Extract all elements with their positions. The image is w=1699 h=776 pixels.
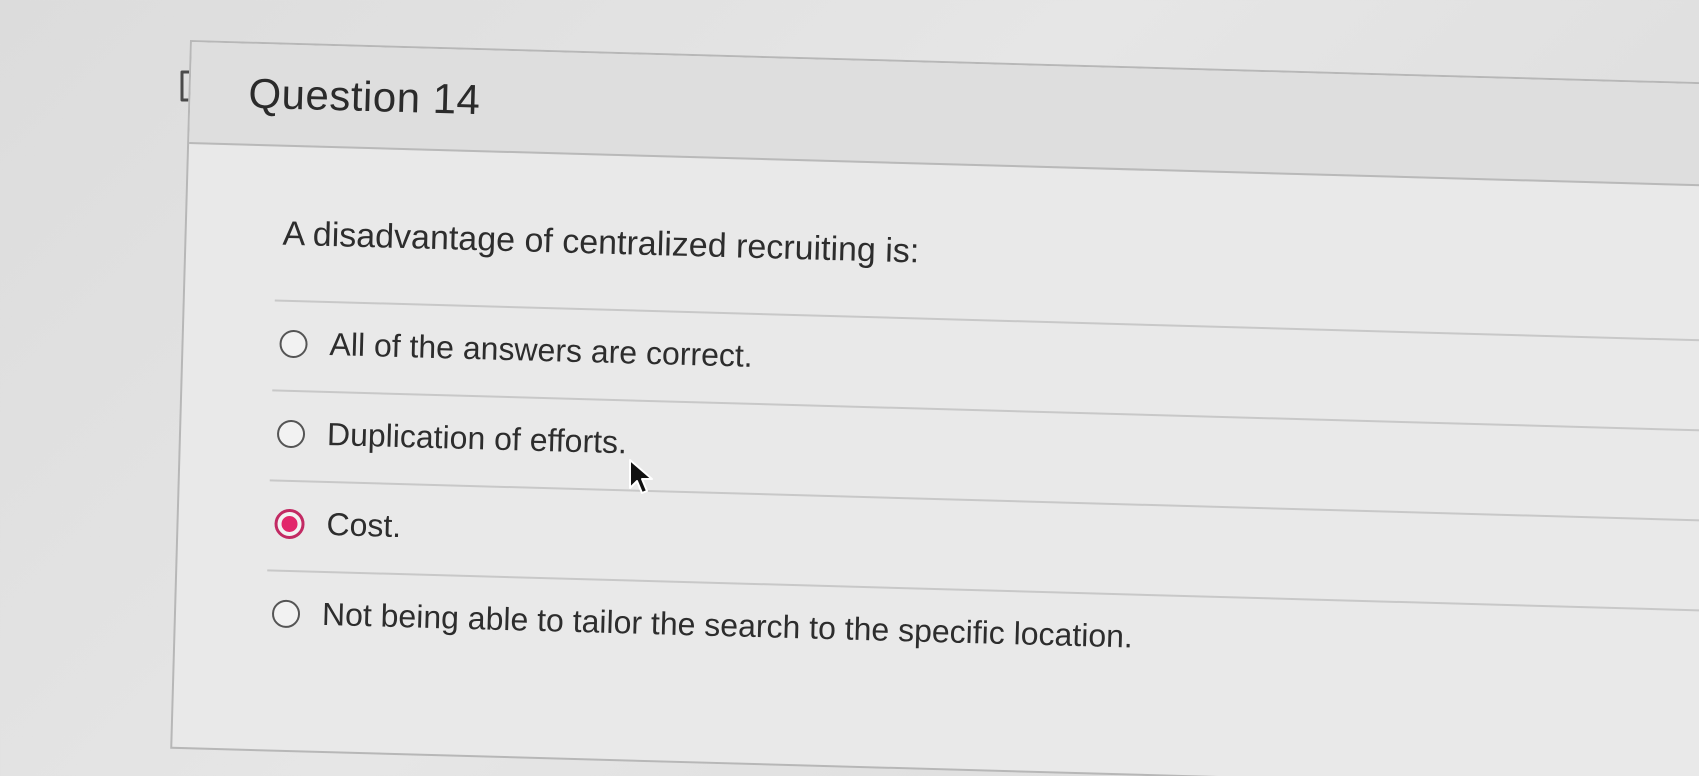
radio-button-selected[interactable]	[274, 508, 305, 539]
radio-button[interactable]	[276, 419, 306, 448]
radio-button[interactable]	[271, 599, 301, 628]
answer-label: Cost.	[326, 506, 402, 545]
answer-label: Duplication of efforts.	[326, 415, 628, 461]
answer-label: Not being able to tailor the search to t…	[321, 595, 1134, 655]
answer-option-2[interactable]: Duplication of efforts.	[276, 415, 628, 462]
question-prompt: A disadvantage of centralized recruiting…	[282, 214, 920, 271]
question-card: Question 14 A disadvantage of centralize…	[170, 40, 1699, 776]
answer-option-4[interactable]: Not being able to tailor the search to t…	[271, 595, 1134, 656]
radio-button[interactable]	[279, 329, 308, 358]
answer-option-1[interactable]: All of the answers are correct.	[279, 325, 753, 375]
answer-label: All of the answers are correct.	[329, 326, 754, 374]
divider	[269, 479, 1699, 522]
question-header: Question 14	[189, 42, 1699, 188]
question-title: Question 14	[247, 69, 482, 124]
mouse-pointer-icon	[629, 459, 653, 494]
answer-option-3[interactable]: Cost.	[274, 505, 402, 546]
